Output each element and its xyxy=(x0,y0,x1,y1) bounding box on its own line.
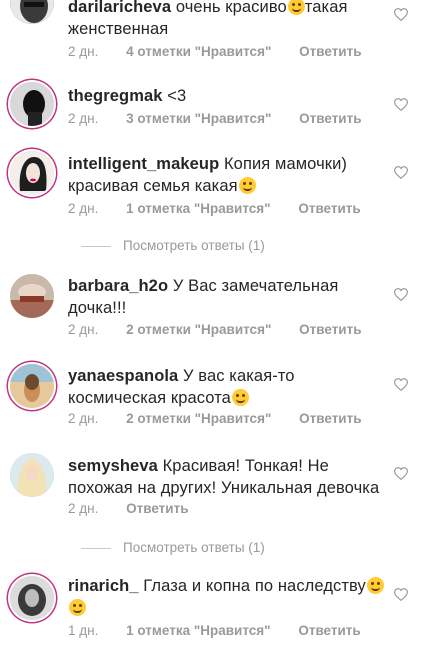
divider-line xyxy=(81,245,111,247)
comment-time: 2 дн. xyxy=(68,411,99,426)
like-heart-icon[interactable] xyxy=(394,98,408,111)
avatar-image xyxy=(10,0,54,24)
avatar[interactable] xyxy=(10,0,54,24)
comment-text: <3 xyxy=(167,87,187,105)
view-replies-label: Посмотреть ответы (1) xyxy=(123,540,265,555)
avatar[interactable] xyxy=(10,151,54,195)
comment-body: semysheva Красивая! Тонкая! Не похожая н… xyxy=(68,455,386,499)
comment-body: darilaricheva очень красиво такая женстве… xyxy=(68,0,386,40)
comment-username[interactable]: barbara_h2o xyxy=(68,277,168,295)
heart-eyes-emoji-icon xyxy=(287,0,305,15)
avatar[interactable] xyxy=(10,453,54,497)
comment-body: barbara_h2o У Вас замечательная дочка!!! xyxy=(68,275,386,319)
comment-text: очень красиво xyxy=(175,0,287,16)
like-heart-icon[interactable] xyxy=(394,8,408,21)
avatar-image xyxy=(10,151,54,195)
comment-likes[interactable]: 2 отметки "Нравится" xyxy=(126,411,271,426)
smiling-emoji-icon xyxy=(238,177,256,194)
comment-time: 2 дн. xyxy=(68,322,99,337)
like-heart-icon[interactable] xyxy=(394,378,408,391)
comment-meta: 1 дн. 1 отметка "Нравится" Ответить xyxy=(68,623,385,638)
view-replies-label: Посмотреть ответы (1) xyxy=(123,238,265,253)
reply-button[interactable]: Ответить xyxy=(299,411,361,426)
comment-meta: 2 дн. 4 отметки "Нравится" Ответить xyxy=(68,44,386,59)
comment-body: yanaespanola У вас какая-то космическая … xyxy=(68,365,386,409)
comment-username[interactable]: semysheva xyxy=(68,457,158,475)
comment-meta: 2 дн. Ответить xyxy=(68,501,213,516)
reply-button[interactable]: Ответить xyxy=(126,501,188,516)
reply-button[interactable]: Ответить xyxy=(299,111,361,126)
divider-line xyxy=(81,547,111,549)
avatar[interactable] xyxy=(10,274,54,318)
comment-body: rinarich_ Глаза и копна по наследству xyxy=(68,575,386,619)
comment-likes[interactable]: 4 отметки "Нравится" xyxy=(126,44,271,59)
avatar-image xyxy=(10,453,54,497)
comment-body: intelligent_makeup Копия мамочки) красив… xyxy=(68,153,386,197)
comment-username[interactable]: yanaespanola xyxy=(68,367,178,385)
like-heart-icon[interactable] xyxy=(394,467,408,480)
reply-button[interactable]: Ответить xyxy=(298,623,360,638)
like-heart-icon[interactable] xyxy=(394,166,408,179)
comment-username[interactable]: rinarich_ xyxy=(68,577,139,595)
winking-emoji-icon xyxy=(366,577,384,594)
view-replies-link[interactable]: Посмотреть ответы (1) xyxy=(81,238,265,253)
avatar-image xyxy=(10,364,54,408)
reply-button[interactable]: Ответить xyxy=(299,322,361,337)
comment-likes[interactable]: 3 отметки "Нравится" xyxy=(126,111,271,126)
comment-body: thegregmak <3 xyxy=(68,85,386,107)
view-replies-link[interactable]: Посмотреть ответы (1) xyxy=(81,540,265,555)
comment-meta: 2 дн. 2 отметки "Нравится" Ответить xyxy=(68,322,386,337)
comment-username[interactable]: thegregmak xyxy=(68,87,163,105)
avatar-image xyxy=(10,576,54,620)
avatar[interactable] xyxy=(10,576,54,620)
comment-username[interactable]: darilaricheva xyxy=(68,0,171,16)
reply-button[interactable]: Ответить xyxy=(299,44,361,59)
like-heart-icon[interactable] xyxy=(394,588,408,601)
smiling-emoji-icon xyxy=(231,389,249,406)
avatar[interactable] xyxy=(10,364,54,408)
comment-meta: 2 дн. 2 отметки "Нравится" Ответить xyxy=(68,411,386,426)
reply-button[interactable]: Ответить xyxy=(298,201,360,216)
comment-likes[interactable]: 1 отметка "Нравится" xyxy=(126,201,270,216)
comment-meta: 2 дн. 3 отметки "Нравится" Ответить xyxy=(68,111,386,126)
avatar-image xyxy=(10,274,54,318)
comment-text: Глаза и копна по наследству xyxy=(143,577,366,595)
comment-time: 2 дн. xyxy=(68,44,99,59)
comment-meta: 2 дн. 1 отметка "Нравится" Ответить xyxy=(68,201,385,216)
avatar[interactable] xyxy=(10,82,54,126)
comment-time: 2 дн. xyxy=(68,501,99,516)
comment-username[interactable]: intelligent_makeup xyxy=(68,155,219,173)
comment-time: 2 дн. xyxy=(68,201,99,216)
like-heart-icon[interactable] xyxy=(394,288,408,301)
comment-time: 2 дн. xyxy=(68,111,99,126)
comment-likes[interactable]: 1 отметка "Нравится" xyxy=(126,623,270,638)
smiling-emoji-icon xyxy=(69,599,86,616)
comment-time: 1 дн. xyxy=(68,623,99,638)
avatar-image xyxy=(10,82,54,126)
comment-likes[interactable]: 2 отметки "Нравится" xyxy=(126,322,271,337)
